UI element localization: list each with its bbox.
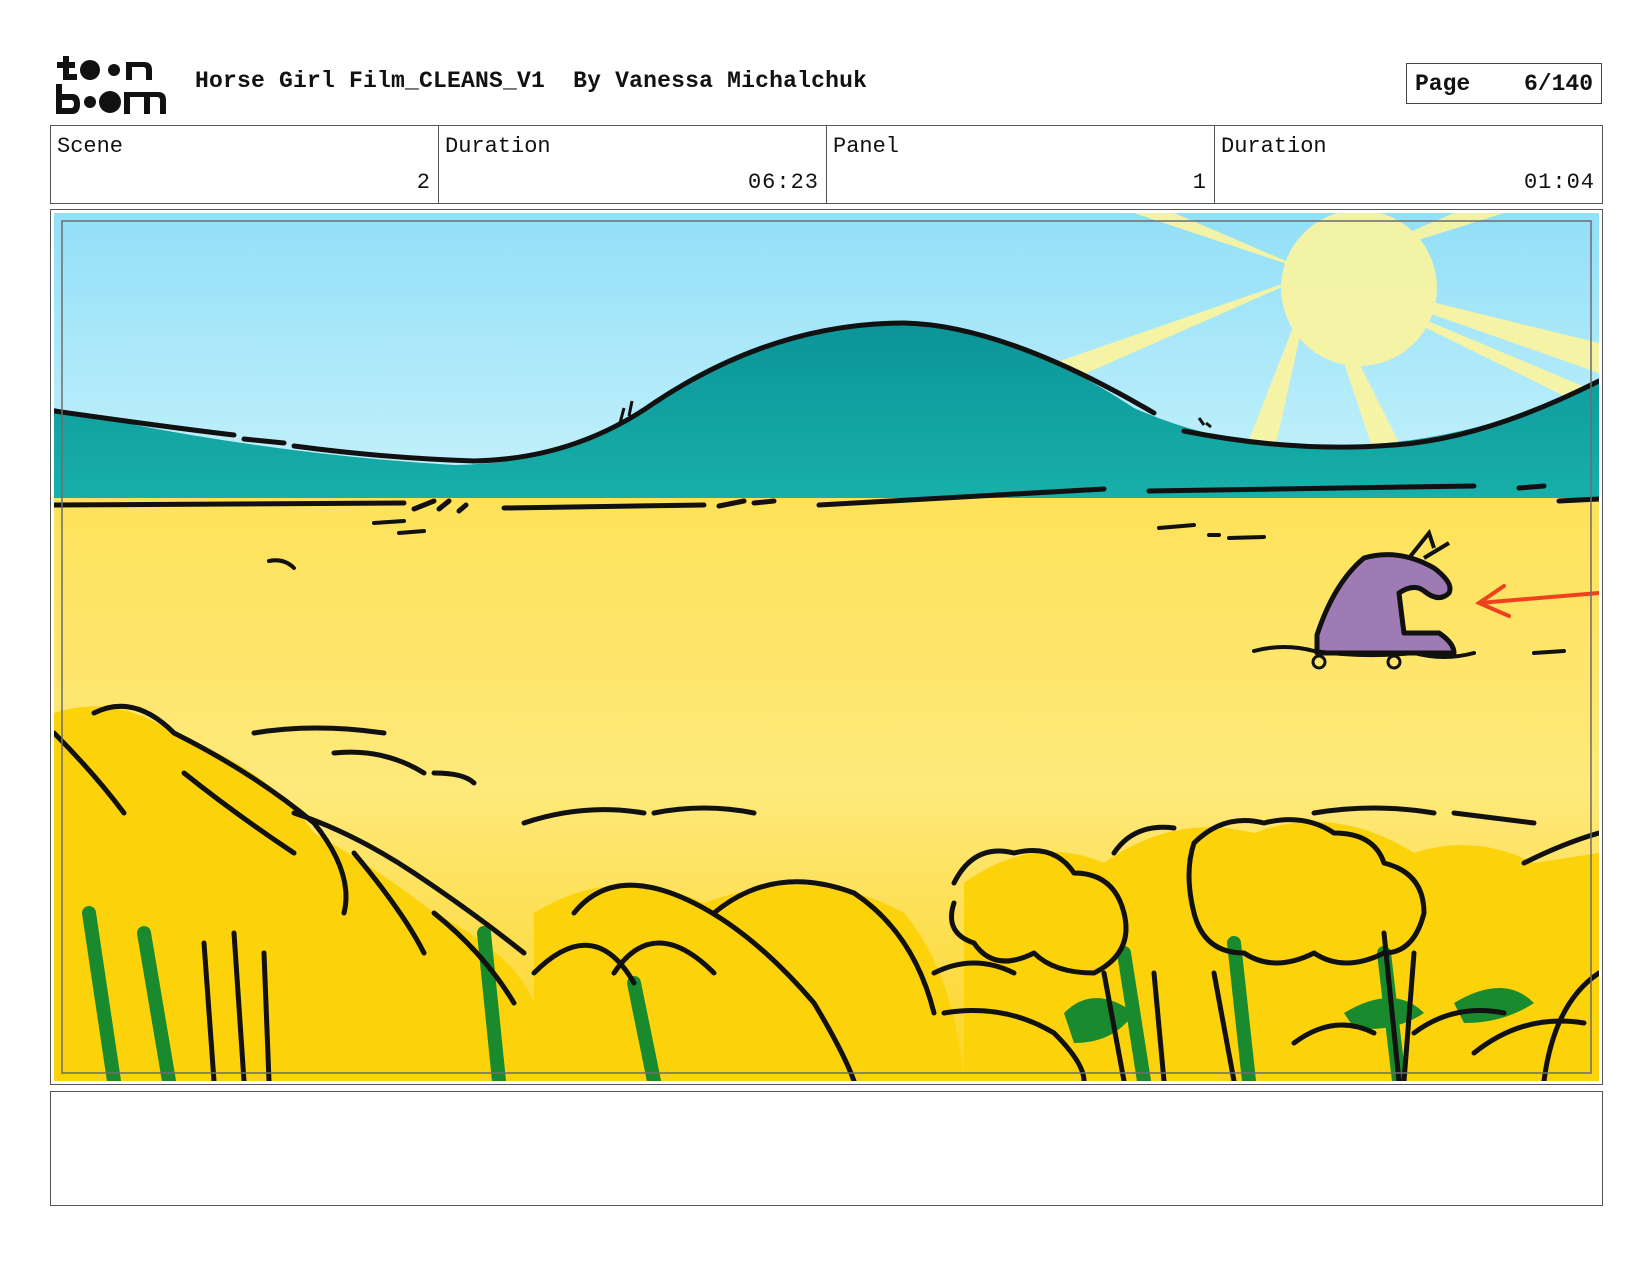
page-indicator: Page 6/140	[1406, 63, 1602, 104]
panel-value: 1	[1192, 170, 1207, 195]
panel-label: Panel	[833, 134, 900, 159]
panel-duration-value: 01:04	[1523, 170, 1595, 195]
scene-duration-cell: Duration 06:23	[439, 126, 827, 203]
panel-notes-box[interactable]	[50, 1091, 1603, 1206]
storyboard-panel	[50, 209, 1603, 1085]
page-number: 6/140	[1523, 70, 1593, 97]
scene-label: Scene	[57, 134, 124, 159]
film-title: Horse Girl Film_CLEANS_V1	[195, 68, 546, 94]
scene-value: 2	[416, 170, 431, 195]
storyboard-drawing	[54, 213, 1599, 1081]
document-title: Horse Girl Film_CLEANS_V1 By Vanessa Mic…	[195, 68, 867, 94]
scene-duration-value: 06:23	[747, 170, 819, 195]
page-label: Page	[1415, 70, 1471, 97]
panel-duration-cell: Duration 01:04	[1215, 126, 1602, 203]
panel-cell: Panel 1	[827, 126, 1215, 203]
scene-duration-label: Duration	[445, 134, 551, 159]
toon-boom-logo	[56, 56, 166, 114]
author-credit: By Vanessa Michalchuk	[573, 68, 868, 94]
panel-duration-label: Duration	[1221, 134, 1327, 159]
scene-info-table: Scene 2 Duration 06:23 Panel 1 Duration …	[50, 125, 1603, 204]
scene-cell: Scene 2	[51, 126, 439, 203]
